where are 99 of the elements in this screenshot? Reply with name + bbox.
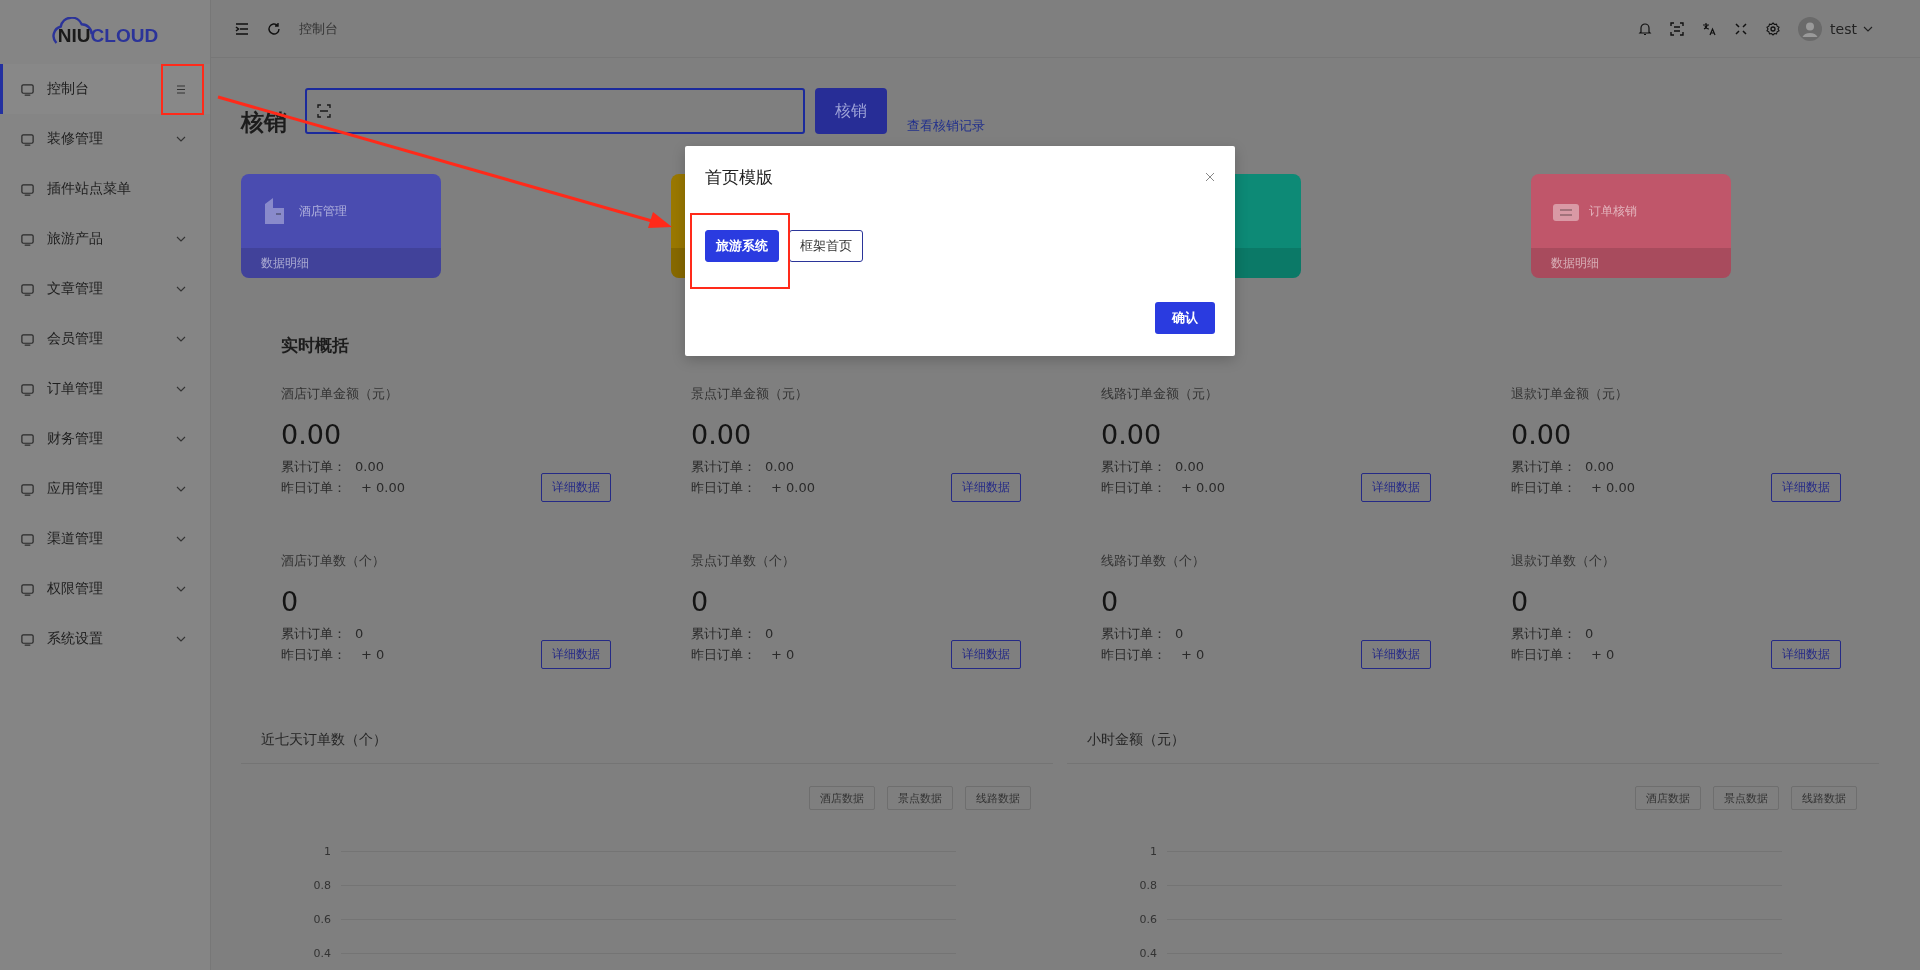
stat-number: + 0	[1590, 647, 1615, 662]
sidebar-item[interactable]: 文章管理	[0, 264, 210, 314]
stat-number: 0	[355, 626, 364, 641]
stat-value: 0	[1101, 586, 1120, 617]
sidebar-item[interactable]: 财务管理	[0, 414, 210, 464]
template-option[interactable]: 框架首页	[789, 230, 863, 262]
stat-number: 0	[765, 626, 774, 641]
stat-key: 累计订单：	[281, 623, 355, 644]
stat-label: 退款订单数（个）	[1511, 552, 1616, 570]
data-button[interactable]: 酒店数据	[809, 786, 875, 810]
stat-number: 0.00	[1585, 459, 1614, 474]
stat-key: 累计订单：	[691, 623, 765, 644]
stat-number: 0	[1585, 626, 1594, 641]
stat-number: + 0.00	[360, 480, 405, 495]
stat-number: 0	[1175, 626, 1184, 641]
stat-key: 昨日订单：	[1101, 644, 1175, 665]
stat-label: 酒店订单金额（元）	[281, 385, 399, 403]
stat-key: 累计订单：	[1511, 623, 1585, 644]
stat-number: + 0.00	[1180, 480, 1225, 495]
stat-number: + 0.00	[1590, 480, 1635, 495]
stat-label: 退款订单金额（元）	[1511, 385, 1629, 403]
details-button[interactable]: 详细数据	[951, 473, 1021, 502]
sidebar-item[interactable]: 渠道管理	[0, 514, 210, 564]
stat-key: 昨日订单：	[1101, 477, 1175, 498]
section-title: 实时概括	[281, 334, 350, 357]
card-footer: 数据明细	[1551, 254, 1599, 272]
details-button[interactable]: 详细数据	[1361, 473, 1431, 502]
template-option[interactable]: 旅游系统	[705, 230, 779, 262]
stat-value: 0	[1511, 586, 1530, 617]
stat-key: 昨日订单：	[1511, 644, 1585, 665]
stat-number: + 0.00	[770, 480, 815, 495]
stat-value: 0.00	[1511, 419, 1573, 450]
axis-tick-label: 0.8	[1138, 878, 1158, 892]
sidebar-item[interactable]: 应用管理	[0, 464, 210, 514]
stat-number: + 0	[770, 647, 795, 662]
details-button[interactable]: 详细数据	[541, 640, 611, 669]
data-button[interactable]: 景点数据	[887, 786, 953, 810]
sidebar-item[interactable]: 旅游产品	[0, 214, 210, 264]
stat-label: 线路订单数（个）	[1101, 552, 1206, 570]
stat-key: 昨日订单：	[691, 477, 765, 498]
records-link[interactable]: 查看核销记录	[907, 117, 985, 135]
card-title: 订单核销	[1589, 202, 1637, 220]
user-name[interactable]: test	[1830, 20, 1857, 37]
sidebar-item[interactable]: 订单管理	[0, 364, 210, 414]
confirm-button[interactable]: 确认	[1155, 302, 1215, 334]
stat-key: 昨日订单：	[691, 644, 765, 665]
axis-tick-label: 0.6	[1138, 912, 1158, 926]
sidebar-item[interactable]: 会员管理	[0, 314, 210, 364]
stat-key: 累计订单：	[1101, 456, 1175, 477]
stat-number: 0.00	[765, 459, 794, 474]
stat-value: 0.00	[1101, 419, 1163, 450]
logo: NIUCLOUD	[51, 17, 159, 47]
stat-value: 0.00	[281, 419, 343, 450]
stat-label: 景点订单数（个）	[691, 552, 796, 570]
stat-key: 累计订单：	[691, 456, 765, 477]
stat-number: 0.00	[355, 459, 384, 474]
data-button[interactable]: 线路数据	[1791, 786, 1857, 810]
data-button[interactable]: 线路数据	[965, 786, 1031, 810]
stat-value: 0	[691, 586, 710, 617]
stat-label: 景点订单金额（元）	[691, 385, 809, 403]
stat-number: + 0	[1180, 647, 1205, 662]
stat-label: 酒店订单数（个）	[281, 552, 386, 570]
sidebar-item[interactable]: 系统设置	[0, 614, 210, 664]
chart-title: 小时金额（元）	[1067, 731, 1879, 764]
data-button[interactable]: 酒店数据	[1635, 786, 1701, 810]
stat-number: + 0	[360, 647, 385, 662]
chart-title: 近七天订单数（个）	[241, 731, 1053, 764]
stat-number: 0.00	[1175, 459, 1204, 474]
axis-tick-label: 0.4	[312, 946, 332, 960]
axis-tick-label: 1	[1149, 844, 1158, 858]
shortcut-card[interactable]: 酒店管理 数据明细	[241, 174, 441, 278]
stat-key: 昨日订单：	[1511, 477, 1585, 498]
stat-label: 线路订单金额（元）	[1101, 385, 1219, 403]
axis-tick-label: 0.8	[312, 878, 332, 892]
sidebar-item[interactable]: 装修管理	[0, 114, 210, 164]
dialog-title: 首页模版	[705, 165, 774, 189]
sidebar-item[interactable]: 插件站点菜单	[0, 164, 210, 214]
details-button[interactable]: 详细数据	[1771, 640, 1841, 669]
stat-value: 0	[281, 586, 300, 617]
stat-key: 累计订单：	[1101, 623, 1175, 644]
shortcut-card[interactable]: 订单核销 数据明细	[1531, 174, 1731, 278]
stat-key: 昨日订单：	[281, 644, 355, 665]
axis-tick-label: 1	[323, 844, 332, 858]
stat-key: 累计订单：	[281, 456, 355, 477]
axis-tick-label: 0.4	[1138, 946, 1158, 960]
card-title: 酒店管理	[299, 202, 347, 220]
details-button[interactable]: 详细数据	[1361, 640, 1431, 669]
card-footer: 数据明细	[261, 254, 309, 272]
details-button[interactable]: 详细数据	[951, 640, 1021, 669]
stat-value: 0.00	[691, 419, 753, 450]
breadcrumb[interactable]: 控制台	[299, 19, 338, 38]
axis-tick-label: 0.6	[312, 912, 332, 926]
details-button[interactable]: 详细数据	[1771, 473, 1841, 502]
data-button[interactable]: 景点数据	[1713, 786, 1779, 810]
sidebar-item[interactable]: 权限管理	[0, 564, 210, 614]
stat-key: 昨日订单：	[281, 477, 355, 498]
verify-button[interactable]: 核销	[815, 88, 887, 134]
details-button[interactable]: 详细数据	[541, 473, 611, 502]
stat-key: 累计订单：	[1511, 456, 1585, 477]
